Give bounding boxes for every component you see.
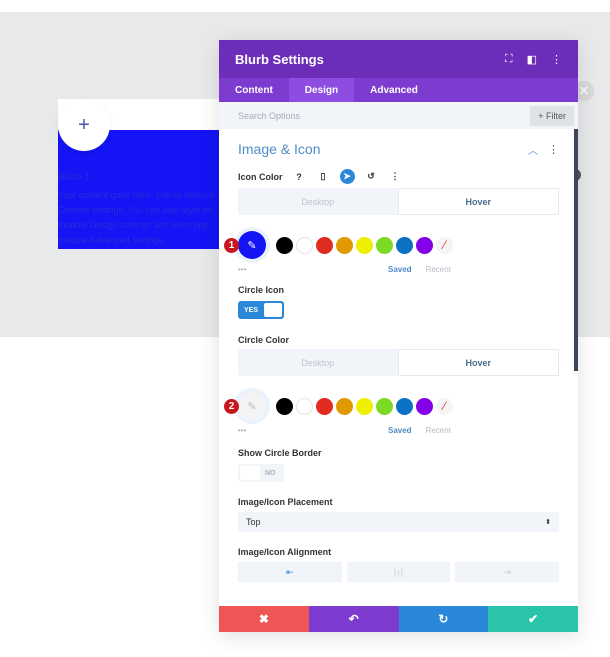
search-bar: Search Options + Filter bbox=[219, 102, 578, 129]
hover-cursor-icon[interactable]: ➤ bbox=[339, 169, 355, 184]
color-swatch[interactable] bbox=[336, 236, 353, 254]
saved-tab[interactable]: Saved bbox=[388, 265, 412, 275]
alignment-label: Image/Icon Alignment bbox=[238, 547, 332, 557]
color-swatch[interactable] bbox=[356, 236, 373, 254]
blurb-text-line: module Design settings and even app bbox=[58, 220, 209, 230]
desktop-mode-tab[interactable]: Desktop bbox=[238, 349, 398, 376]
panel-footer: ✖ ↶ ↻ ✔ bbox=[219, 606, 578, 632]
show-circle-border-toggle[interactable]: NO bbox=[238, 464, 284, 482]
color-swatch[interactable] bbox=[356, 397, 373, 415]
chevron-up-icon[interactable]: ︿ bbox=[528, 142, 538, 157]
color-swatch[interactable] bbox=[296, 397, 313, 415]
circle-color-swatches: 2 ✎ ⁄ bbox=[224, 392, 559, 420]
placement-value: Top bbox=[246, 517, 261, 527]
blurb-title: Blurb 1 bbox=[58, 172, 90, 183]
sidebar-toggle-icon[interactable]: ◧ bbox=[527, 53, 537, 66]
icon-color-swatches: 1 ✎ ⁄ bbox=[224, 231, 559, 259]
circle-color-mode-toggle: Desktop Hover bbox=[238, 349, 559, 376]
section-title: Image & Icon bbox=[238, 141, 321, 157]
search-input[interactable]: Search Options bbox=[238, 111, 530, 121]
filter-button[interactable]: + Filter bbox=[530, 105, 574, 126]
more-colors-button[interactable]: ••• bbox=[238, 265, 388, 275]
fullscreen-icon[interactable]: ⛶ bbox=[505, 53, 513, 66]
reset-icon[interactable]: ↺ bbox=[364, 169, 379, 184]
eyedropper-icon[interactable]: ✎ bbox=[238, 392, 266, 420]
tab-content[interactable]: Content bbox=[219, 78, 289, 102]
toggle-knob bbox=[240, 466, 260, 480]
recent-tab[interactable]: Recent bbox=[426, 265, 451, 275]
color-swatch[interactable] bbox=[416, 397, 433, 415]
toggle-value: NO bbox=[265, 469, 276, 477]
step-marker: 2 bbox=[224, 399, 239, 414]
circle-color-label: Circle Color bbox=[238, 335, 290, 345]
align-right-icon[interactable]: ⇥ bbox=[455, 562, 560, 582]
desktop-mode-tab[interactable]: Desktop bbox=[238, 188, 398, 215]
color-swatch[interactable] bbox=[316, 397, 333, 415]
more-options-icon[interactable]: ⋮ bbox=[388, 169, 403, 184]
align-left-icon[interactable]: ⇤ bbox=[238, 562, 342, 582]
color-swatch[interactable] bbox=[276, 397, 293, 415]
color-swatch[interactable] bbox=[416, 236, 433, 254]
color-swatch[interactable] bbox=[336, 397, 353, 415]
mobile-icon[interactable]: ▯ bbox=[316, 169, 331, 184]
placement-label: Image/Icon Placement bbox=[238, 497, 333, 507]
section-header[interactable]: Image & Icon ︿ ⋮ bbox=[238, 129, 559, 169]
no-color-icon[interactable]: ⁄ bbox=[436, 236, 453, 254]
hover-mode-tab[interactable]: Hover bbox=[397, 349, 559, 376]
tab-design[interactable]: Design bbox=[288, 78, 355, 102]
save-button[interactable]: ✔ bbox=[488, 606, 578, 632]
palette-footer: ••• Saved Recent bbox=[238, 265, 559, 275]
placement-select[interactable]: Top ⬍ bbox=[238, 512, 559, 532]
color-swatch[interactable] bbox=[276, 236, 293, 254]
hover-mode-tab[interactable]: Hover bbox=[397, 188, 559, 215]
icon-color-mode-toggle: Desktop Hover bbox=[238, 188, 559, 215]
no-color-icon[interactable]: ⁄ bbox=[436, 397, 453, 415]
redo-button[interactable]: ↻ bbox=[398, 606, 489, 632]
undo-button[interactable]: ↶ bbox=[308, 606, 399, 632]
panel-title: Blurb Settings bbox=[235, 51, 324, 67]
recent-tab[interactable]: Recent bbox=[426, 426, 451, 436]
blurb-text-line: Your content goes here. Edit or remove bbox=[58, 190, 215, 200]
panel-header: Blurb Settings ⛶ ◧ ⋮ bbox=[219, 40, 578, 78]
toggle-value: YES bbox=[244, 306, 259, 314]
palette-footer: ••• Saved Recent bbox=[238, 426, 559, 436]
toggle-knob bbox=[264, 303, 282, 317]
settings-panel: Blurb Settings ⛶ ◧ ⋮ Content Design Adva… bbox=[219, 40, 578, 632]
color-swatch[interactable] bbox=[316, 236, 333, 254]
icon-color-label: Icon Color bbox=[238, 171, 283, 182]
color-swatch[interactable] bbox=[376, 397, 393, 415]
cancel-button[interactable]: ✖ bbox=[219, 606, 309, 632]
alignment-buttons: ⇤ |↕| ⇥ bbox=[238, 562, 560, 582]
saved-tab[interactable]: Saved bbox=[388, 426, 412, 436]
blurb-text-line: Content settings. You can also style ev bbox=[58, 205, 213, 215]
tab-advanced[interactable]: Advanced bbox=[354, 78, 434, 102]
blurb-text-line: module Advanced settings. bbox=[58, 235, 166, 245]
step-marker: 1 bbox=[224, 238, 239, 253]
circle-icon-label: Circle Icon bbox=[238, 285, 285, 295]
tab-bar: Content Design Advanced bbox=[219, 78, 578, 102]
align-center-icon[interactable]: |↕| bbox=[346, 562, 451, 582]
color-swatch[interactable] bbox=[396, 397, 413, 415]
more-colors-button[interactable]: ••• bbox=[238, 426, 388, 436]
blurb-preview[interactable]: Blurb 1 Your content goes here. Edit or … bbox=[58, 99, 223, 249]
plus-icon[interactable]: + bbox=[58, 99, 110, 151]
color-swatch[interactable] bbox=[296, 236, 313, 254]
select-arrows-icon: ⬍ bbox=[545, 519, 551, 526]
more-options-icon[interactable]: ⋮ bbox=[551, 53, 562, 66]
color-swatch[interactable] bbox=[396, 236, 413, 254]
circle-icon-toggle[interactable]: YES bbox=[238, 301, 284, 319]
show-circle-border-label: Show Circle Border bbox=[238, 448, 322, 458]
help-icon[interactable]: ? bbox=[292, 169, 307, 184]
more-options-icon[interactable]: ⋮ bbox=[548, 143, 559, 156]
icon-color-label-row: Icon Color ? ▯ ➤ ↺ ⋮ bbox=[238, 169, 559, 184]
color-swatch[interactable] bbox=[376, 236, 393, 254]
eyedropper-icon[interactable]: ✎ bbox=[238, 231, 266, 259]
